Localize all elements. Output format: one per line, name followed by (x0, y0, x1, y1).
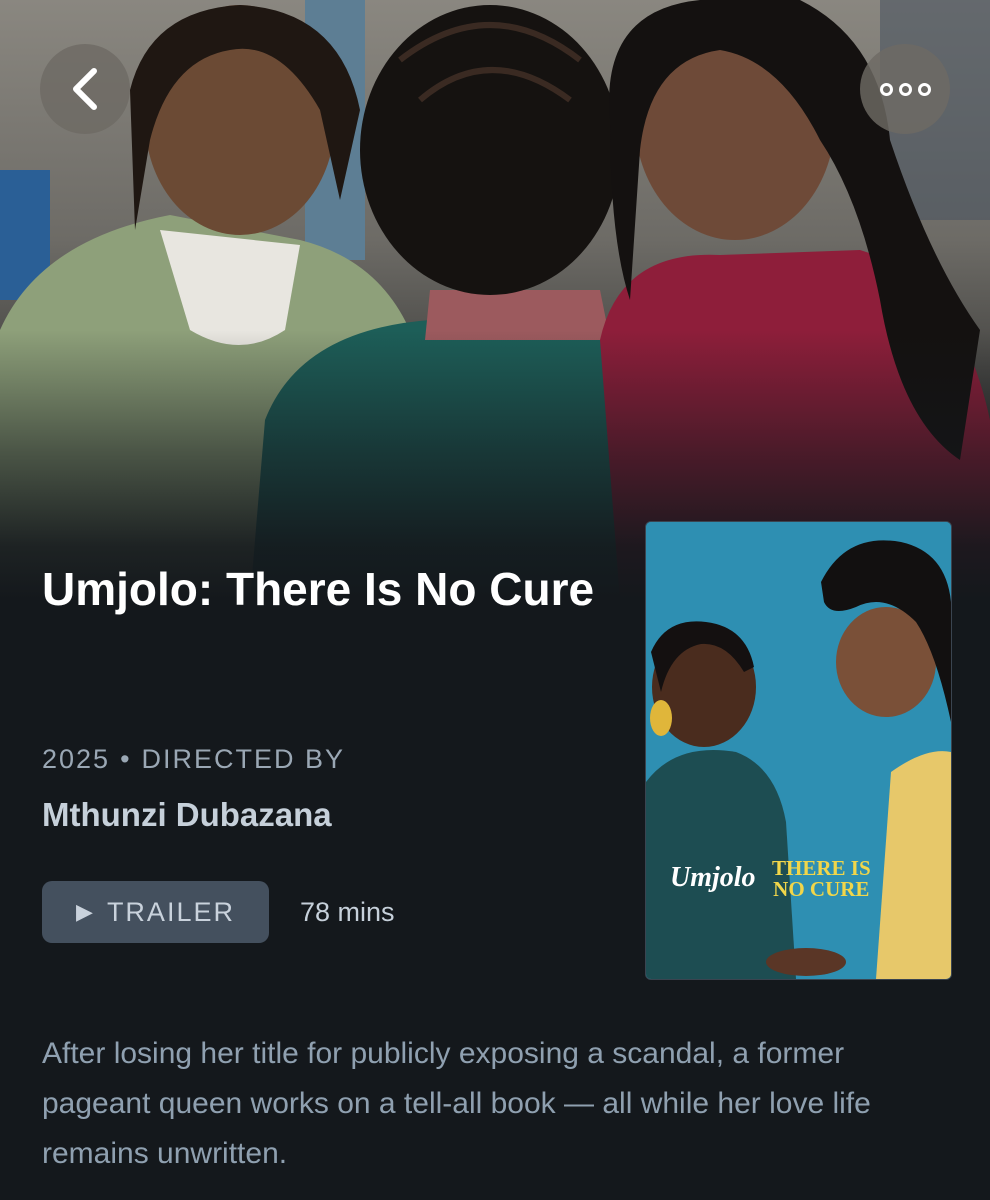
release-year[interactable]: 2025 (42, 744, 110, 774)
poster-tagline-line2: NO CURE (773, 877, 870, 901)
director-name[interactable]: Mthunzi Dubazana (42, 796, 332, 834)
more-options-button[interactable] (860, 44, 950, 134)
more-horizontal-icon (879, 82, 931, 96)
poster-brand-text: Umjolo (670, 862, 756, 893)
back-button[interactable] (40, 44, 130, 134)
synopsis: After losing her title for publicly expo… (42, 1037, 871, 1170)
chevron-left-icon (73, 68, 97, 110)
trailer-button[interactable]: ▶ TRAILER (42, 881, 269, 943)
trailer-label: TRAILER (106, 896, 235, 927)
directed-by-label: DIRECTED BY (141, 744, 346, 774)
film-poster[interactable] (645, 521, 952, 980)
poster-tagline-line1: THERE IS (772, 856, 871, 880)
poster-tagline: THERE IS NO CURE (772, 858, 871, 900)
meta-separator: • (120, 744, 132, 774)
play-icon: ▶ (76, 899, 95, 924)
backdrop-image (0, 0, 990, 600)
runtime: 78 mins (300, 897, 395, 927)
film-meta: 2025 • DIRECTED BY (42, 744, 345, 775)
film-title: Umjolo: There Is No Cure (42, 563, 595, 615)
